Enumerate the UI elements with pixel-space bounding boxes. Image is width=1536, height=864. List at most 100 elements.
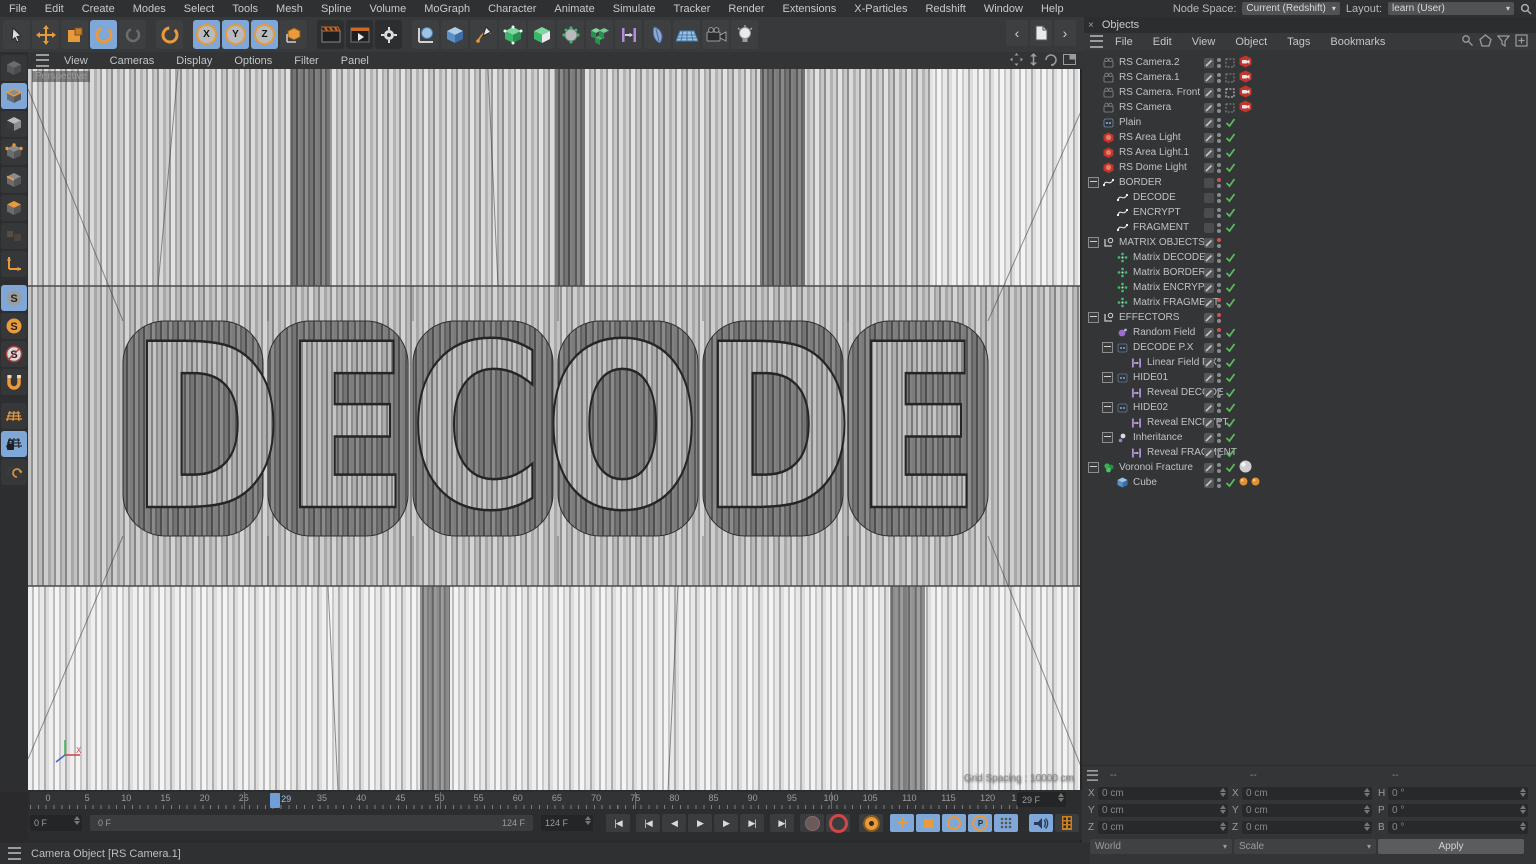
editor-visibility-dot[interactable]	[1217, 388, 1221, 392]
nav-forward-icon[interactable]: ›	[1054, 20, 1076, 46]
object-row-voronoi-fracture[interactable]: Voronoi Fracture	[1082, 460, 1536, 475]
editor-visibility-dot[interactable]	[1217, 73, 1221, 77]
enabled-check-icon[interactable]	[1224, 267, 1236, 279]
prev-key-button[interactable]: |◀	[636, 814, 660, 832]
camera-tag-icon[interactable]	[1239, 70, 1252, 86]
objects-menu-file[interactable]: File	[1105, 36, 1143, 48]
spline-pen-icon[interactable]	[470, 20, 497, 49]
rotation-b-input[interactable]: 0 °	[1388, 821, 1528, 834]
object-row-rs-camera-2[interactable]: RS Camera.2	[1082, 55, 1536, 70]
editor-visibility-dot[interactable]	[1217, 478, 1221, 482]
axis-x-lock-icon[interactable]: X	[193, 20, 220, 49]
render-visibility-dot[interactable]	[1217, 94, 1221, 98]
menu-edit[interactable]: Edit	[36, 3, 73, 15]
menu-render[interactable]: Render	[719, 3, 773, 15]
key-position-button[interactable]: ✚	[890, 814, 914, 832]
editor-visibility-dot[interactable]	[1217, 148, 1221, 152]
scale-tool-icon[interactable]	[61, 20, 88, 49]
toggle-views-icon[interactable]	[1063, 54, 1076, 65]
editor-visibility-dot[interactable]	[1217, 343, 1221, 347]
keyframe-record-button[interactable]	[826, 814, 850, 832]
viewport-canvas[interactable]: DECODE	[28, 69, 1082, 790]
odot-tag-icon[interactable]	[1239, 477, 1248, 489]
menu-character[interactable]: Character	[479, 3, 545, 15]
viewport-menu-cameras[interactable]: Cameras	[99, 55, 166, 67]
render-visibility-dot[interactable]	[1217, 319, 1221, 323]
object-row-matrix-border[interactable]: Matrix BORDER	[1082, 265, 1536, 280]
expand-icon[interactable]	[1088, 237, 1099, 248]
editor-visibility-dot[interactable]	[1217, 283, 1221, 287]
zoom-icon[interactable]	[1029, 53, 1038, 66]
layer-box-icon[interactable]	[1204, 223, 1214, 233]
object-label[interactable]: ENCRYPT	[1133, 207, 1181, 218]
editor-visibility-dot[interactable]	[1217, 133, 1221, 137]
edit-enable-icon[interactable]	[1204, 358, 1214, 368]
tab-objects[interactable]: Objects	[1102, 19, 1139, 31]
spline-modeling-icon[interactable]	[412, 20, 439, 49]
next-key-button[interactable]: ▶|	[740, 814, 764, 832]
camera-view-label[interactable]: Perspective	[32, 71, 90, 82]
menu-x-particles[interactable]: X-Particles	[845, 3, 916, 15]
object-row-linear-field-p-x[interactable]: Linear Field P.X	[1082, 355, 1536, 370]
enabled-check-icon[interactable]	[1224, 192, 1236, 204]
enabled-check-icon[interactable]	[1224, 462, 1236, 474]
object-row-effectors[interactable]: EFFECTORS	[1082, 310, 1536, 325]
coordinate-system-icon[interactable]	[280, 20, 307, 49]
object-row-random-field[interactable]: Random Field	[1082, 325, 1536, 340]
expand-icon[interactable]	[1088, 462, 1099, 473]
filter-icon[interactable]	[1497, 34, 1510, 47]
menu-help[interactable]: Help	[1032, 3, 1073, 15]
edit-enable-icon[interactable]	[1204, 268, 1214, 278]
edit-enable-icon[interactable]	[1204, 463, 1214, 473]
render-visibility-dot[interactable]	[1217, 259, 1221, 263]
active-camera-toggle-icon[interactable]	[1224, 87, 1236, 99]
array-mograph-icon[interactable]	[586, 20, 613, 49]
objects-menu-icon[interactable]	[1090, 35, 1103, 48]
select-tool-icon[interactable]	[3, 20, 30, 49]
layer-box-icon[interactable]	[1204, 193, 1214, 203]
enabled-check-icon[interactable]	[1224, 222, 1236, 234]
editor-visibility-dot[interactable]	[1217, 463, 1221, 467]
object-row-matrix-fragment[interactable]: Matrix FRAGMENT	[1082, 295, 1536, 310]
render-visibility-dot[interactable]	[1217, 439, 1221, 443]
active-camera-toggle-icon[interactable]	[1224, 72, 1236, 84]
objects-menu-tags[interactable]: Tags	[1277, 36, 1320, 48]
scale-z-input[interactable]: 0 cm	[1242, 821, 1372, 834]
object-row-reveal-fragment[interactable]: Reveal FRAGMENT	[1082, 445, 1536, 460]
expand-icon[interactable]	[1088, 312, 1099, 323]
edit-enable-icon[interactable]	[1204, 448, 1214, 458]
edit-enable-icon[interactable]	[1204, 88, 1214, 98]
enabled-check-icon[interactable]	[1224, 417, 1236, 429]
render-visibility-dot[interactable]	[1217, 334, 1221, 338]
objects-menu-edit[interactable]: Edit	[1143, 36, 1182, 48]
enabled-check-icon[interactable]	[1224, 327, 1236, 339]
object-label[interactable]: HIDE01	[1133, 372, 1168, 383]
move-tool-icon[interactable]	[32, 20, 59, 49]
snap-off-icon[interactable]: S	[1, 341, 27, 367]
render-visibility-dot[interactable]	[1217, 349, 1221, 353]
edit-enable-icon[interactable]	[1204, 163, 1214, 173]
odot-tag-icon[interactable]	[1251, 477, 1260, 489]
render-view-icon[interactable]	[317, 20, 344, 49]
enabled-check-icon[interactable]	[1224, 297, 1236, 309]
prev-frame-button[interactable]: ◀	[662, 814, 686, 832]
enabled-check-icon[interactable]	[1224, 447, 1236, 459]
object-label[interactable]: Matrix BORDER	[1133, 267, 1206, 278]
layer-box-icon[interactable]	[1204, 178, 1214, 188]
edit-enable-icon[interactable]	[1204, 283, 1214, 293]
enabled-check-icon[interactable]	[1224, 177, 1236, 189]
deformer-icon[interactable]	[644, 20, 671, 49]
edit-enable-icon[interactable]	[1204, 388, 1214, 398]
render-visibility-dot[interactable]	[1217, 304, 1221, 308]
status-blank[interactable]	[1224, 312, 1236, 324]
field-icon[interactable]	[615, 20, 642, 49]
subdivision-surface-icon[interactable]	[499, 20, 526, 49]
object-row-border[interactable]: BORDER	[1082, 175, 1536, 190]
editor-visibility-dot[interactable]	[1217, 448, 1221, 452]
render-visibility-dot[interactable]	[1217, 154, 1221, 158]
editor-visibility-dot[interactable]	[1217, 88, 1221, 92]
object-label[interactable]: RS Camera.2	[1119, 57, 1180, 68]
workplane-icon[interactable]	[1, 403, 27, 429]
editor-visibility-dot[interactable]	[1217, 58, 1221, 62]
editor-visibility-dot[interactable]	[1217, 208, 1221, 212]
